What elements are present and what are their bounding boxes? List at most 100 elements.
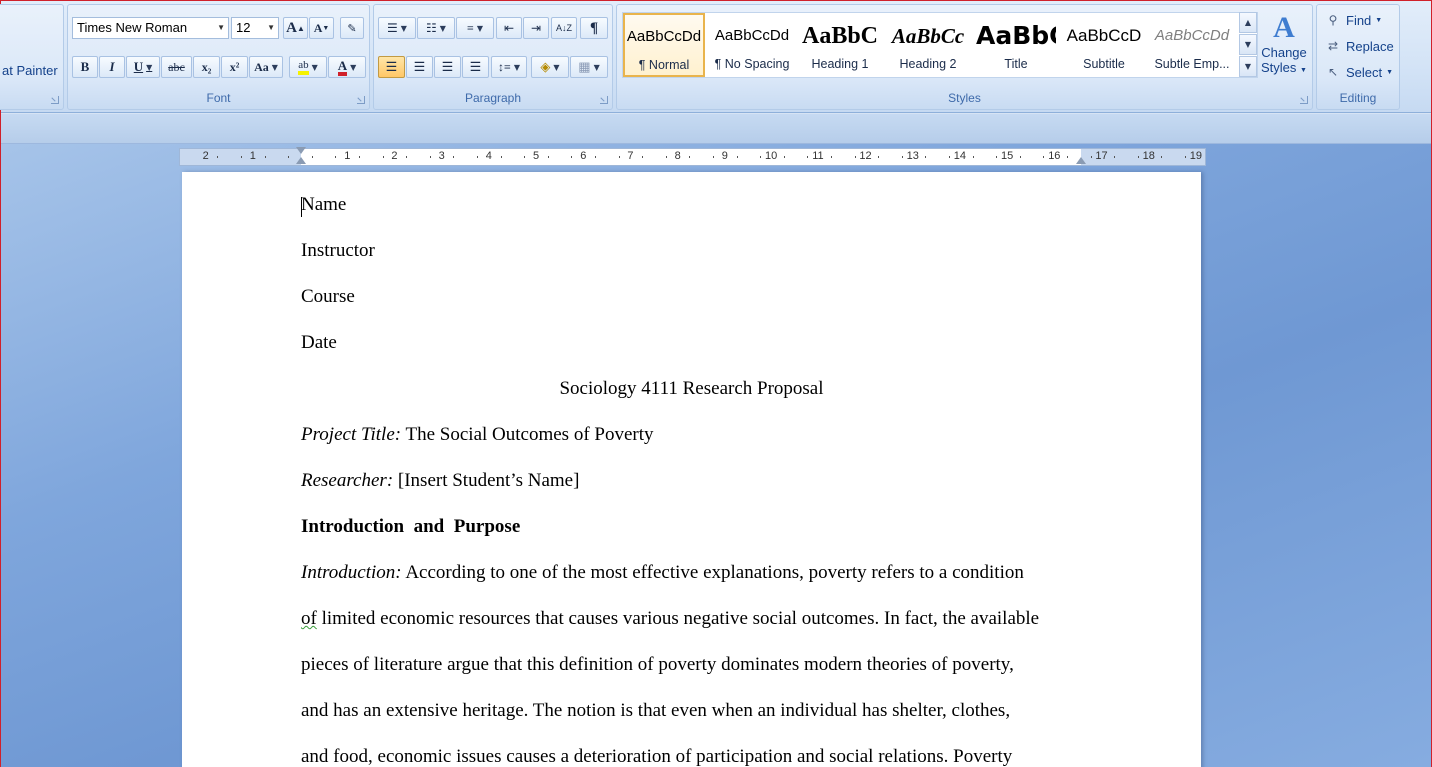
align-left-icon: ☰ <box>385 59 398 74</box>
align-center-button[interactable]: ☰ <box>406 56 433 78</box>
sort-button[interactable]: A↓Z <box>551 17 577 39</box>
strikethrough-button[interactable]: abc <box>161 56 192 78</box>
style-tile-no-spacing[interactable]: AaBbCcDd ¶ No Spacing <box>711 13 793 77</box>
doc-course-line[interactable]: Course <box>301 286 355 308</box>
decrease-indent-icon: ⇤ <box>503 20 515 35</box>
grammar-squiggle-word[interactable]: of <box>301 608 317 629</box>
ruler-tick <box>1067 156 1068 158</box>
bold-button[interactable]: B <box>72 56 98 78</box>
document-page[interactable]: Name Instructor Course Date Sociology 41… <box>182 172 1201 767</box>
ruler-tick <box>1114 156 1116 158</box>
replace-button[interactable]: ⇄ Replace <box>1325 35 1394 57</box>
increase-indent-icon: ⇥ <box>530 20 542 35</box>
ruler-tick <box>972 156 974 158</box>
gallery-scroll-up-icon[interactable]: ▲ <box>1239 12 1257 33</box>
superscript-button[interactable]: x² <box>221 56 248 78</box>
ruler-number: 9 <box>721 150 728 162</box>
ruler-tick <box>807 156 809 158</box>
ruler-tick <box>500 156 502 158</box>
doc-instructor-line[interactable]: Instructor <box>301 240 375 262</box>
clipboard-dialog-launcher-icon[interactable] <box>51 96 59 104</box>
ruler-tick <box>996 156 998 158</box>
doc-researcher-line[interactable]: Researcher: [Insert Student’s Name] <box>301 470 579 492</box>
doc-intro-line-5[interactable]: and food, economic issues causes a deter… <box>301 746 1012 767</box>
show-hide-button[interactable]: ¶ <box>580 17 608 39</box>
ruler-tick <box>241 156 242 158</box>
hanging-indent-marker-icon[interactable] <box>296 157 306 164</box>
first-line-indent-marker-icon[interactable] <box>296 147 306 154</box>
ribbon-bottom-strip <box>1 114 1431 144</box>
numbered-list-icon: ☷ <box>426 20 437 35</box>
doc-intro-line-2[interactable]: of limited economic resources that cause… <box>301 608 1039 630</box>
style-tile-heading-2[interactable]: AaBbCc Heading 2 <box>887 13 969 77</box>
doc-title-line[interactable]: Sociology 4111 Research Proposal <box>182 378 1201 400</box>
doc-project-title-line[interactable]: Project Title: The Social Outcomes of Po… <box>301 424 654 446</box>
chevron-down-icon: ▼ <box>513 62 520 72</box>
ruler-tick <box>760 156 762 158</box>
decrease-indent-button[interactable]: ⇤ <box>496 17 522 39</box>
italic-button[interactable]: I <box>99 56 125 78</box>
ruler-tick <box>547 156 549 158</box>
align-left-button[interactable]: ☰ <box>378 56 405 78</box>
font-dialog-launcher-icon[interactable] <box>357 96 365 104</box>
ruler-tick <box>524 156 526 158</box>
doc-date-line[interactable]: Date <box>301 332 337 354</box>
ruler-tick <box>689 156 691 158</box>
ruler-tick <box>854 156 856 158</box>
find-button[interactable]: ⚲ Find ▼ <box>1325 9 1383 31</box>
subscript-button[interactable]: x₂ <box>193 56 220 78</box>
change-styles-button[interactable]: A Change Styles ▼ <box>1259 11 1309 91</box>
doc-name-line[interactable]: Name <box>301 194 346 216</box>
ruler-tick <box>288 156 290 158</box>
font-name-combo[interactable]: Times New Roman ▼ <box>72 17 229 39</box>
numbering-button[interactable]: ☷ ▼ <box>417 17 455 39</box>
borders-button[interactable]: ▦ ▼ <box>570 56 608 78</box>
change-case-button[interactable]: Aa ▼ <box>249 56 283 78</box>
underline-button[interactable]: U ▼ <box>126 56 160 78</box>
horizontal-ruler[interactable]: 2 1 1 2 3 4 5 6 7 8 9 10 11 12 13 14 15 16 17 18 19 <box>179 147 1206 166</box>
select-button[interactable]: ↖ Select ▼ <box>1325 61 1393 83</box>
line-spacing-icon: ↕≡ <box>498 59 511 74</box>
ruler-tick <box>925 156 927 158</box>
styles-dialog-launcher-icon[interactable] <box>1300 96 1308 104</box>
align-right-button[interactable]: ☰ <box>434 56 461 78</box>
font-color-button[interactable]: A ▼ <box>328 56 366 78</box>
right-indent-marker-icon[interactable] <box>1076 157 1086 164</box>
style-tile-subtitle[interactable]: AaBbCcD Subtitle <box>1063 13 1145 77</box>
ruler-number: 6 <box>580 150 587 162</box>
ruler-tick <box>878 156 880 158</box>
paragraph-dialog-launcher-icon[interactable] <box>600 96 608 104</box>
increase-indent-button[interactable]: ⇥ <box>523 17 549 39</box>
gallery-more-icon[interactable]: ▼ <box>1239 56 1257 77</box>
ruler-number: 2 <box>391 150 398 162</box>
shrink-font-button[interactable]: A ▼ <box>309 17 334 39</box>
style-tile-normal[interactable]: AaBbCcDd ¶ Normal <box>623 13 705 77</box>
ruler-tick <box>382 156 384 158</box>
clear-formatting-button[interactable]: ✎ <box>340 17 364 39</box>
format-painter-button[interactable]: at Painter <box>2 63 58 78</box>
shading-button[interactable]: ◈ ▼ <box>531 56 569 78</box>
highlight-button[interactable]: ab ▼ <box>289 56 327 78</box>
gallery-scroll-down-icon[interactable]: ▼ <box>1239 34 1257 55</box>
style-tile-heading-1[interactable]: AaBbC Heading 1 <box>799 13 881 77</box>
style-tile-title[interactable]: AaBbC Title <box>975 13 1057 77</box>
justify-button[interactable]: ☰ <box>462 56 489 78</box>
chevron-down-icon: ▼ <box>311 62 318 72</box>
line-spacing-button[interactable]: ↕≡ ▼ <box>491 56 527 78</box>
multilevel-list-button[interactable]: ≡ ▼ <box>456 17 494 39</box>
font-size-combo[interactable]: 12 ▼ <box>231 17 279 39</box>
chevron-down-icon: ▼ <box>593 62 600 72</box>
ruler-tick <box>783 156 785 158</box>
bullet-list-icon: ☰ <box>387 20 398 35</box>
project-title-label: Project Title: <box>301 424 402 445</box>
editing-group-label: Editing <box>1339 91 1377 105</box>
doc-section-heading[interactable]: Introduction and Purpose <box>301 516 520 538</box>
style-tile-subtle-emphasis[interactable]: AaBbCcDd Subtle Emp... <box>1151 13 1233 77</box>
change-styles-label-1: Change <box>1261 45 1307 60</box>
doc-intro-line-3[interactable]: pieces of literature argue that this def… <box>301 654 1014 676</box>
researcher-label: Researcher: <box>301 470 394 491</box>
bullets-button[interactable]: ☰ ▼ <box>378 17 416 39</box>
doc-intro-line-4[interactable]: and has an extensive heritage. The notio… <box>301 700 1010 722</box>
grow-font-button[interactable]: A ▲ <box>283 17 308 39</box>
doc-intro-line-1[interactable]: Introduction: According to one of the mo… <box>301 562 1024 584</box>
